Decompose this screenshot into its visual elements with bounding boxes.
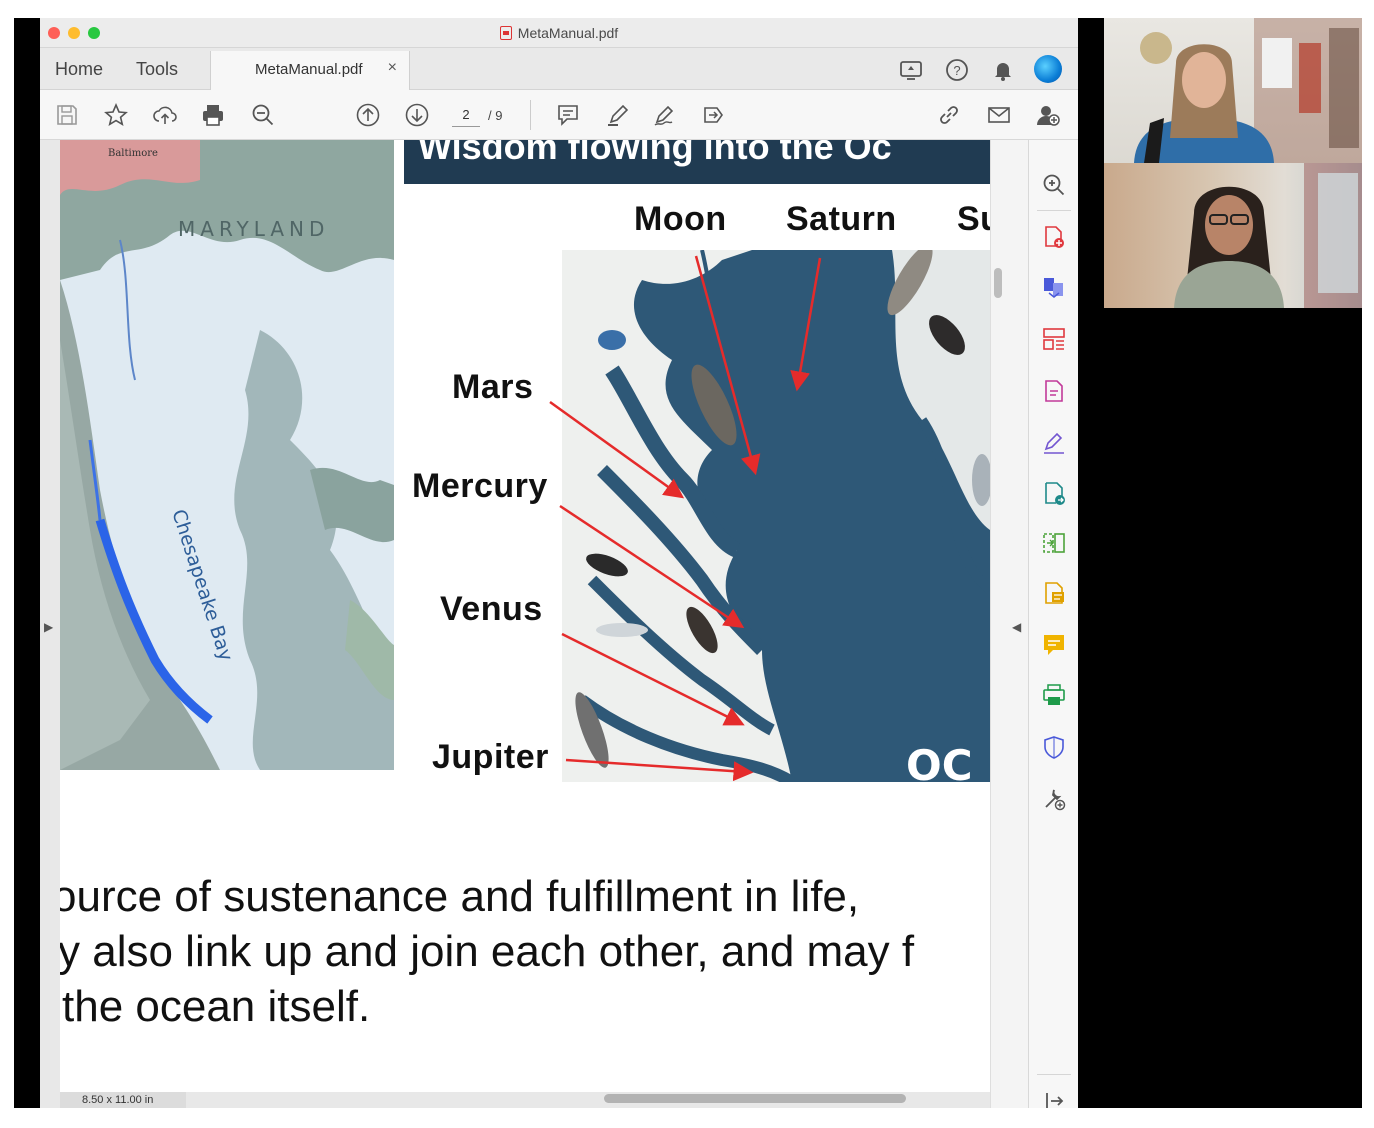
chesapeake-illustrated-map: OC: [562, 250, 990, 782]
svg-text:?: ?: [953, 63, 960, 78]
horizontal-scrollbar[interactable]: [604, 1094, 906, 1103]
add-user-icon[interactable]: [1035, 102, 1061, 128]
participant-video-1: [1104, 18, 1362, 163]
save-icon[interactable]: [54, 102, 80, 128]
close-tab-button[interactable]: ×: [388, 59, 397, 77]
tab-home[interactable]: Home: [55, 59, 103, 80]
tools-divider-bottom: [1037, 1074, 1071, 1075]
star-icon[interactable]: [103, 102, 129, 128]
tools-divider: [1037, 210, 1071, 211]
page-size-indicator: 8.50 x 11.00 in: [60, 1092, 186, 1108]
banner-title: Wisdom flowing into the Oc: [418, 140, 892, 167]
collapse-pane-icon[interactable]: [1041, 1088, 1067, 1108]
map-label-baltimore: Baltimore: [108, 148, 158, 159]
more-tools-icon[interactable]: [1041, 786, 1067, 812]
toolbar: 2 / 9: [40, 90, 1078, 140]
map-label-maryland: MARYLAND: [178, 217, 329, 241]
map-corner-label: OC: [906, 741, 973, 782]
page-total: / 9: [488, 108, 503, 123]
label-saturn: Saturn: [786, 200, 897, 238]
create-pdf-icon[interactable]: [1041, 224, 1067, 250]
pdf-file-icon: [499, 26, 512, 40]
body-text-line-2: y also link up and join each other, and …: [60, 927, 915, 976]
maryland-map-image: Baltimore MARYLAND Chesapeake Bay: [60, 140, 394, 770]
page-up-icon[interactable]: [355, 102, 381, 128]
title-bar: MetaManual.pdf: [40, 18, 1078, 48]
tab-tools[interactable]: Tools: [136, 59, 178, 80]
upload-cloud-icon[interactable]: [152, 102, 178, 128]
comment-tool-icon[interactable]: [1041, 632, 1067, 658]
body-text-line-1: ource of sustenance and fulfillment in l…: [60, 872, 860, 921]
label-mercury: Mercury: [412, 467, 548, 505]
protect-icon[interactable]: [1041, 734, 1067, 760]
comment-icon[interactable]: [555, 102, 581, 128]
compare-icon[interactable]: [1041, 530, 1067, 556]
link-icon[interactable]: [936, 102, 962, 128]
label-moon: Moon: [634, 200, 727, 238]
share-icon[interactable]: [701, 102, 727, 128]
page-down-icon[interactable]: [404, 102, 430, 128]
label-sun: Su: [957, 200, 990, 238]
tools-pane: [1028, 140, 1078, 1108]
organize-pages-icon[interactable]: [1041, 326, 1067, 352]
left-pane-toggle-icon[interactable]: ▶: [44, 620, 53, 634]
help-icon[interactable]: ?: [944, 57, 970, 83]
label-venus: Venus: [440, 590, 543, 628]
highlight-pen-icon[interactable]: [605, 102, 631, 128]
tab-bar: Home Tools MetaManual.pdf × ?: [40, 48, 1078, 90]
vertical-scrollbar[interactable]: [994, 268, 1002, 298]
fill-sign-icon[interactable]: [1041, 430, 1067, 456]
send-review-icon[interactable]: [1041, 480, 1067, 506]
print-production-icon[interactable]: [1041, 682, 1067, 708]
window-title-text: MetaManual.pdf: [517, 25, 619, 41]
document-tab-label: MetaManual.pdf: [255, 61, 363, 78]
print-icon[interactable]: [200, 102, 226, 128]
screen-share-icon[interactable]: [898, 57, 924, 83]
export-pdf-icon[interactable]: [1041, 378, 1067, 404]
toolbar-divider: [530, 100, 531, 130]
bell-icon[interactable]: [990, 57, 1016, 83]
scan-ocr-icon[interactable]: [1041, 580, 1067, 606]
pdf-page: Baltimore MARYLAND Chesapeake Bay Wisdom…: [60, 140, 990, 1092]
document-viewer[interactable]: ▶ Baltimore MARYLAND Chesapeake Bay Wisd…: [40, 140, 1028, 1108]
email-icon[interactable]: [986, 102, 1012, 128]
combine-files-icon[interactable]: [1041, 274, 1067, 300]
banner-strip: Wisdom flowing into the Oc: [404, 140, 990, 184]
participant-video-2: [1104, 163, 1362, 308]
acrobat-window: MetaManual.pdf Home Tools MetaManual.pdf…: [40, 18, 1078, 1108]
sign-icon[interactable]: [652, 102, 678, 128]
zoom-search-icon[interactable]: [1041, 172, 1067, 198]
right-pane-toggle-icon[interactable]: ◀: [1012, 620, 1021, 634]
zoom-out-icon[interactable]: [250, 102, 276, 128]
tab-document[interactable]: MetaManual.pdf ×: [210, 51, 410, 90]
label-jupiter: Jupiter: [432, 738, 549, 776]
label-mars: Mars: [452, 368, 534, 406]
window-title: MetaManual.pdf: [40, 25, 1078, 41]
profile-avatar[interactable]: [1034, 55, 1062, 83]
body-text-line-3: the ocean itself.: [62, 982, 371, 1031]
page-number-input[interactable]: 2: [452, 103, 480, 127]
